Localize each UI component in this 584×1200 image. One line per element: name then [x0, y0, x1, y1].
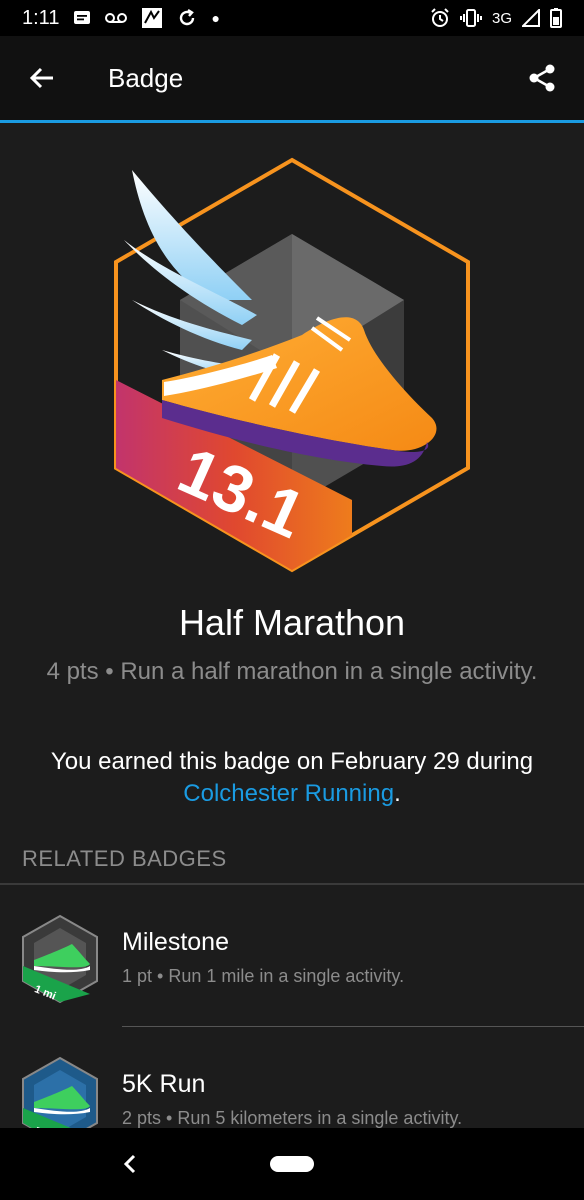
- arrow-back-icon: [29, 67, 53, 89]
- badge-description: 4 pts • Run a half marathon in a single …: [46, 658, 538, 685]
- signal-icon: [522, 9, 540, 27]
- network-type: 3G: [491, 9, 512, 27]
- earned-suffix: .: [394, 780, 401, 807]
- activity-link[interactable]: Colchester Running: [183, 780, 394, 807]
- nav-back-button[interactable]: [110, 1144, 150, 1184]
- battery-icon: [550, 8, 562, 28]
- alarm-icon: [431, 8, 449, 27]
- item-divider: [122, 1026, 584, 1027]
- nav-home-pill[interactable]: [270, 1156, 314, 1172]
- half-marathon-badge-image: 13.1: [114, 157, 470, 573]
- header-accent-line: [0, 120, 584, 123]
- sync-icon: [180, 8, 195, 26]
- badge-title: Half Marathon: [178, 602, 406, 643]
- related-badge-name: 5K Run: [122, 1070, 206, 1098]
- earned-text: You earned this badge on February 29 dur…: [50, 748, 534, 775]
- section-divider: [0, 883, 584, 885]
- related-badge-milestone[interactable]: 1 mi Milestone 1 pt • Run 1 mile in a si…: [0, 886, 584, 1026]
- app-icon: [142, 8, 163, 28]
- page-title: Badge: [108, 62, 184, 93]
- back-button[interactable]: [0, 36, 84, 120]
- status-time: 1:11: [22, 6, 60, 29]
- milestone-badge-thumb: 1 mi: [22, 914, 98, 1004]
- app-bar: Badge: [0, 36, 584, 120]
- status-bar: 1:11 ● 3G: [0, 0, 584, 36]
- vibrate-icon: [459, 9, 482, 27]
- system-nav-bar: [0, 1128, 584, 1200]
- dot-icon: ●: [211, 10, 220, 26]
- voicemail-icon: [105, 13, 128, 23]
- share-icon: [529, 64, 555, 92]
- related-badge-name: Milestone: [122, 928, 229, 956]
- earned-statement: You earned this badge on February 29 dur…: [30, 746, 554, 810]
- message-icon: [74, 11, 91, 24]
- share-button[interactable]: [500, 36, 584, 120]
- related-badge-description: 2 pts • Run 5 kilometers in a single act…: [122, 1108, 463, 1128]
- chevron-left-icon: [123, 1154, 136, 1174]
- related-badges-header: RELATED BADGES: [22, 846, 227, 871]
- related-badge-description: 1 pt • Run 1 mile in a single activity.: [122, 966, 405, 986]
